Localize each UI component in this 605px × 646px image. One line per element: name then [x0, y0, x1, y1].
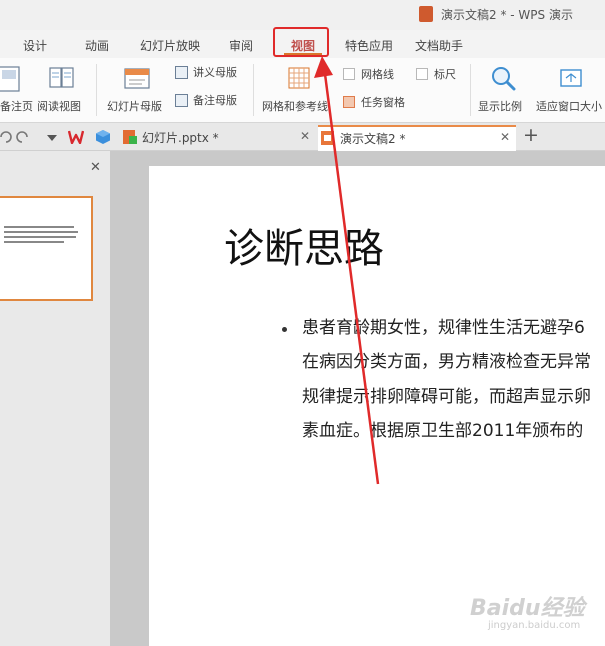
watermark-sub: jingyan.baidu.com	[488, 620, 581, 631]
annotation-arrow-icon	[314, 56, 380, 485]
watermark: Baidu经验 jingyan.baidu.com	[470, 582, 600, 640]
watermark-main: Baidu经验	[470, 596, 585, 621]
